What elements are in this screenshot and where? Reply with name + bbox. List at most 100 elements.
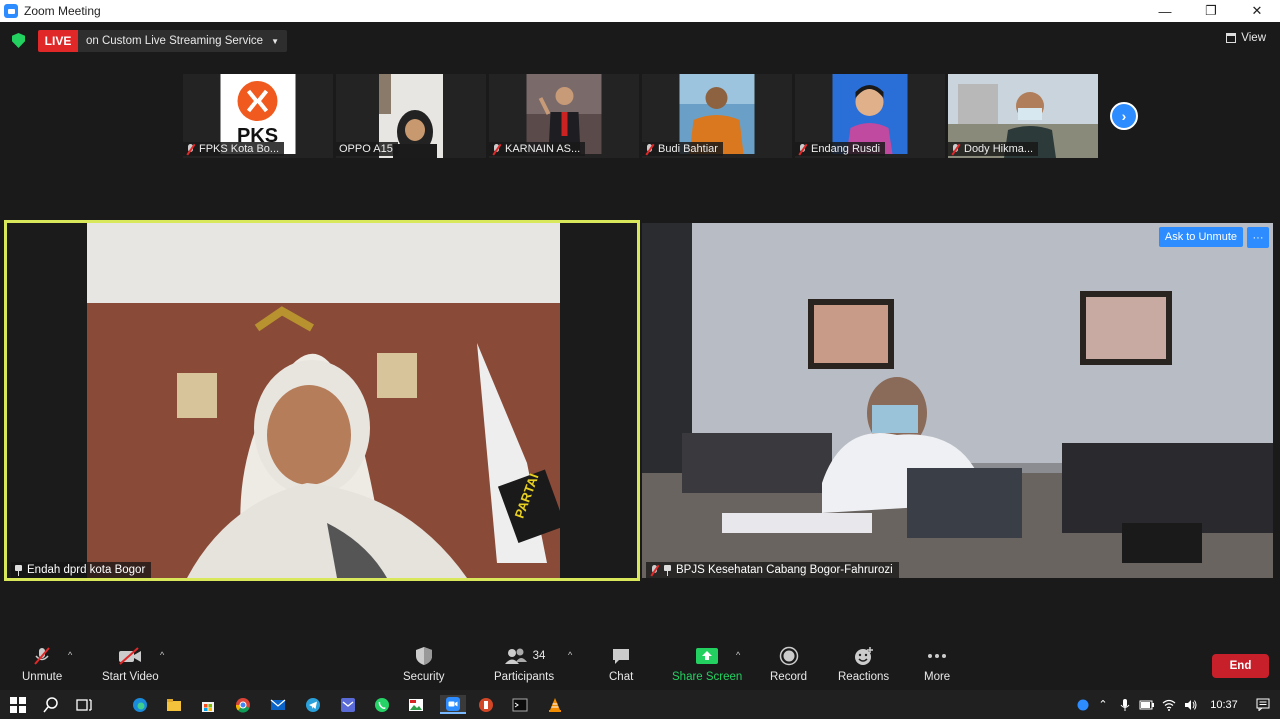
ask-to-unmute-button[interactable]: Ask to Unmute	[1158, 227, 1243, 247]
live-service-label: on Custom Live Streaming Service	[86, 35, 264, 47]
show-hidden-icons-chevron-icon[interactable]: ⌃	[1092, 698, 1114, 711]
participants-button[interactable]: 34 Participants	[494, 646, 554, 683]
participants-count: 34	[532, 650, 546, 662]
volume-icon[interactable]	[1180, 699, 1202, 711]
mic-muted-icon	[951, 143, 960, 155]
mail-icon[interactable]	[268, 695, 288, 714]
chat-label: Chat	[609, 671, 634, 683]
security-label: Security	[403, 671, 445, 683]
edge-icon[interactable]	[130, 695, 150, 714]
more-button[interactable]: More	[924, 646, 950, 683]
search-icon[interactable]	[41, 695, 61, 714]
telegram-icon[interactable]	[303, 695, 323, 714]
windows-start-icon[interactable]	[8, 695, 28, 714]
audio-options-chevron-icon[interactable]: ^	[68, 650, 72, 660]
minimize-button[interactable]: —	[1142, 0, 1188, 22]
close-button[interactable]: ✕	[1234, 0, 1280, 22]
start-video-button[interactable]: Start Video	[102, 646, 159, 683]
participant-name-tag: Endang Rusdi	[795, 142, 886, 156]
taskbar-clock[interactable]: 10:37	[1202, 699, 1246, 711]
participants-icon: 34	[503, 646, 546, 666]
meeting-stage: LIVE on Custom Live Streaming Service ▼ …	[0, 22, 1280, 640]
meeting-top-bar: LIVE on Custom Live Streaming Service ▼ …	[0, 22, 1280, 60]
more-label: More	[924, 671, 951, 683]
system-tray: ⌃ 10:37	[1074, 690, 1280, 719]
microphone-tray-icon[interactable]	[1114, 698, 1136, 712]
mic-muted-icon	[645, 143, 654, 155]
terminal-icon[interactable]	[510, 695, 530, 714]
participant-name-tag: Budi Bahtiar	[642, 142, 723, 156]
encryption-shield-icon[interactable]	[12, 33, 25, 48]
reactions-label: Reactions	[838, 671, 890, 683]
participant-video-feed	[642, 223, 1273, 578]
vlc-icon[interactable]	[545, 695, 565, 714]
chrome-icon[interactable]	[233, 695, 253, 714]
participant-name-tag: KARNAIN AS...	[489, 142, 586, 156]
zoom-app-icon	[4, 4, 18, 18]
view-button[interactable]: View	[1226, 32, 1266, 44]
chat-bubble-icon	[611, 646, 631, 666]
participant-thumbnail-strip: PKS FPKS Kota Bo... OPPO A15 KARNAIN AS.…	[183, 74, 1098, 158]
participant-video-tile[interactable]: Ask to Unmute ··· BPJS Kesehatan Cabang …	[642, 223, 1273, 578]
mail-blue-icon[interactable]	[338, 695, 358, 714]
store-icon[interactable]	[198, 695, 218, 714]
video-off-icon	[117, 646, 143, 666]
share-screen-icon	[695, 646, 719, 666]
pin-icon	[664, 564, 671, 576]
restore-button[interactable]: ❐	[1188, 0, 1234, 22]
live-stream-service-dropdown[interactable]: on Custom Live Streaming Service ▼	[78, 30, 287, 52]
chat-button[interactable]: Chat	[609, 646, 633, 683]
meeting-toolbar: Unmute ^ Start Video ^ Security 34 Parti…	[0, 640, 1280, 690]
wifi-icon[interactable]	[1158, 699, 1180, 711]
share-screen-button[interactable]: Share Screen	[672, 646, 742, 683]
security-button[interactable]: Security	[403, 646, 445, 683]
security-shield-icon	[415, 646, 433, 666]
participant-name: BPJS Kesehatan Cabang Bogor-Fahrurozi	[676, 564, 893, 576]
view-label: View	[1241, 32, 1266, 44]
notifications-icon[interactable]	[1246, 698, 1280, 711]
live-badge[interactable]: LIVE	[38, 30, 78, 52]
end-meeting-button[interactable]: End	[1212, 654, 1269, 678]
participant-name-tag: OPPO A15	[336, 142, 398, 156]
reactions-smiley-icon	[853, 646, 875, 666]
active-speaker-tile[interactable]: PARTAI Endah dprd kota Bogor	[4, 220, 640, 581]
reactions-button[interactable]: Reactions	[838, 646, 889, 683]
unmute-button[interactable]: Unmute	[22, 646, 62, 683]
mic-muted-icon	[492, 143, 501, 155]
window-title: Zoom Meeting	[24, 4, 101, 18]
task-view-icon[interactable]	[74, 695, 94, 714]
unmute-label: Unmute	[22, 671, 63, 683]
share-screen-label: Share Screen	[672, 671, 743, 683]
participant-thumbnail[interactable]: Endang Rusdi	[795, 74, 945, 158]
participant-thumbnail[interactable]: Dody Hikma...	[948, 74, 1098, 158]
mic-muted-icon	[650, 564, 659, 576]
powerpoint-icon[interactable]	[476, 695, 496, 714]
pin-icon	[15, 564, 22, 576]
start-video-label: Start Video	[102, 671, 159, 683]
next-page-arrow-icon[interactable]: ›	[1110, 102, 1138, 130]
speaker-name-tag: Endah dprd kota Bogor	[11, 562, 152, 578]
share-options-chevron-icon[interactable]: ^	[736, 650, 740, 660]
file-explorer-icon[interactable]	[164, 695, 184, 714]
participant-thumbnail[interactable]: OPPO A15	[336, 74, 486, 158]
tile-more-options-button[interactable]: ···	[1247, 227, 1269, 248]
participant-thumbnail[interactable]: KARNAIN AS...	[489, 74, 639, 158]
view-grid-icon	[1226, 33, 1237, 43]
record-button[interactable]: Record	[770, 646, 807, 683]
participant-thumbnail[interactable]: PKS FPKS Kota Bo...	[183, 74, 333, 158]
speaker-video-feed: PARTAI	[87, 223, 560, 578]
mic-muted-icon	[798, 143, 807, 155]
gallery-icon[interactable]	[406, 695, 426, 714]
participant-name-tag: BPJS Kesehatan Cabang Bogor-Fahrurozi	[646, 562, 899, 578]
speaker-name: Endah dprd kota Bogor	[27, 564, 146, 576]
whatsapp-icon[interactable]	[372, 695, 392, 714]
tray-app-icon[interactable]	[1074, 699, 1092, 711]
video-options-chevron-icon[interactable]: ^	[160, 650, 164, 660]
window-controls: — ❐ ✕	[1142, 0, 1280, 22]
participants-options-chevron-icon[interactable]: ^	[568, 650, 572, 660]
windows-taskbar: ⌃ 10:37	[0, 690, 1280, 719]
participant-name-tag: FPKS Kota Bo...	[183, 142, 285, 156]
participant-thumbnail[interactable]: Budi Bahtiar	[642, 74, 792, 158]
battery-icon[interactable]	[1136, 700, 1158, 710]
zoom-icon[interactable]	[440, 695, 466, 714]
